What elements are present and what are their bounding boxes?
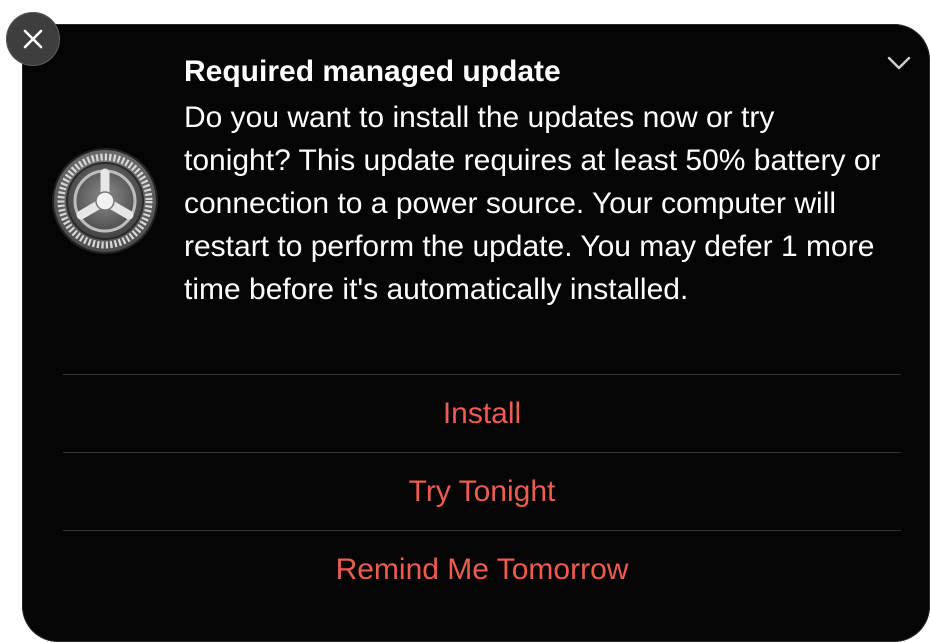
divider	[63, 452, 901, 453]
remind-me-tomorrow-button[interactable]: Remind Me Tomorrow	[63, 532, 901, 608]
divider	[63, 374, 901, 375]
close-icon	[23, 29, 43, 49]
close-button[interactable]	[6, 12, 60, 66]
notification-stage: Required managed update Do you want to i…	[0, 0, 930, 642]
divider	[63, 530, 901, 531]
chevron-down-icon	[887, 56, 911, 70]
expand-button[interactable]	[878, 44, 920, 82]
install-button[interactable]: Install	[63, 376, 901, 452]
system-preferences-gear-icon	[50, 146, 160, 256]
try-tonight-button[interactable]: Try Tonight	[63, 454, 901, 530]
notification-title: Required managed update	[184, 55, 561, 88]
notification-body: Do you want to install the updates now o…	[184, 101, 881, 306]
